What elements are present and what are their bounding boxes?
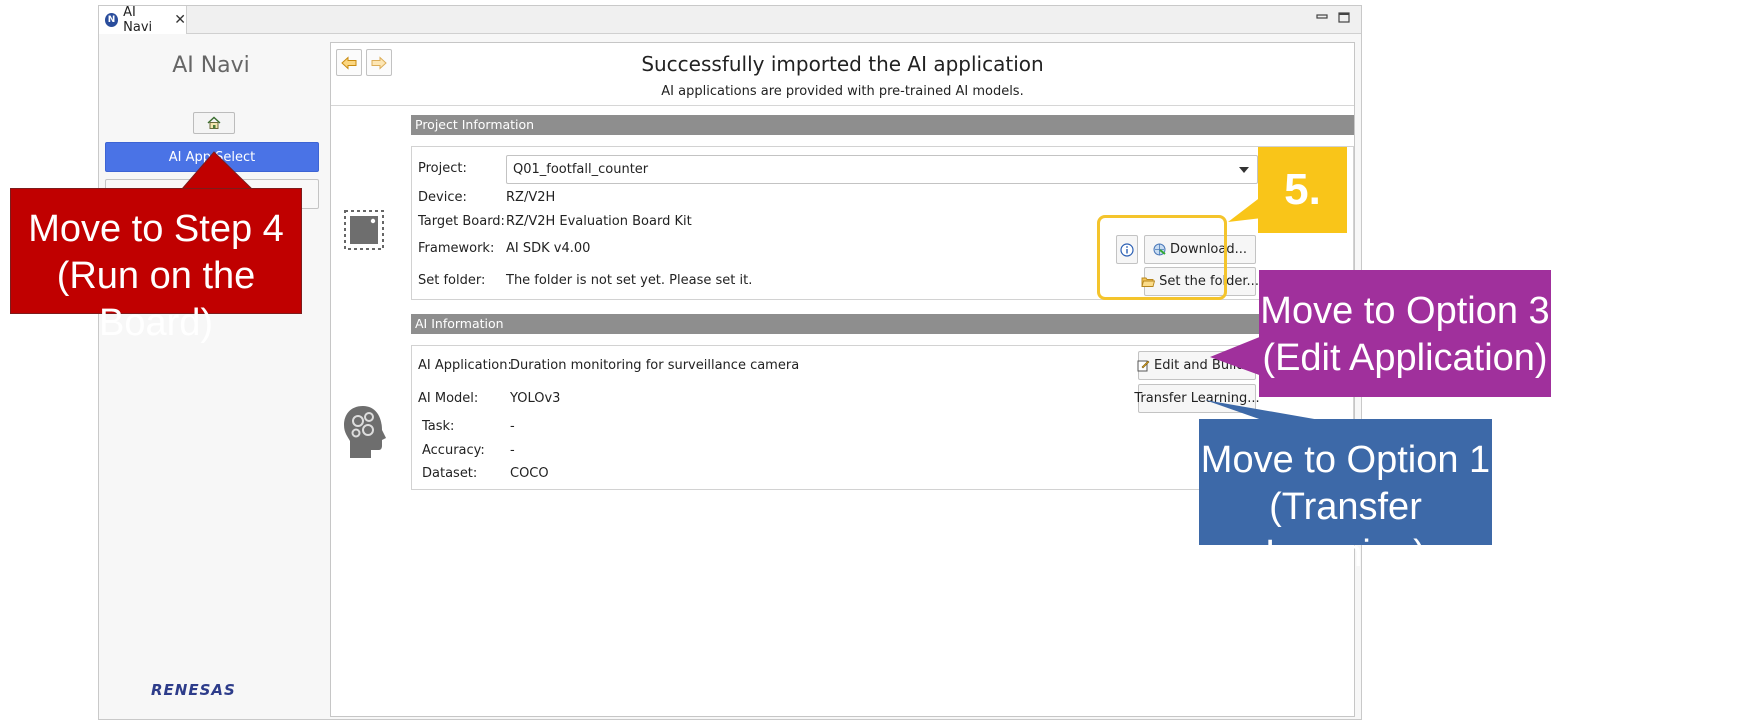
framework-label: Framework: xyxy=(418,241,495,256)
device-value: RZ/V2H xyxy=(506,190,556,205)
page-title: Successfully imported the AI application xyxy=(641,52,1044,76)
ai-information-header: AI Information xyxy=(411,314,1354,334)
maximize-icon[interactable] xyxy=(1337,12,1351,24)
page-header: Successfully imported the AI application… xyxy=(331,43,1354,106)
transfer-learning-button[interactable]: Transfer Learning... xyxy=(1134,384,1260,413)
edit-and-build-button[interactable]: Edit and Build... xyxy=(1137,351,1257,380)
target-board-value: RZ/V2H Evaluation Board Kit xyxy=(506,214,692,229)
tab-label: AI Navi xyxy=(123,5,153,35)
callout-move-to-option-1: Move to Option 1 (Transfer Learning) xyxy=(1199,419,1492,575)
set-folder-value: The folder is not set yet. Please set it… xyxy=(506,273,753,288)
home-icon xyxy=(207,116,221,129)
callout-move-to-option-3: Move to Option 3 (Edit Application) xyxy=(1259,270,1551,397)
download-setfolder-highlight xyxy=(1097,215,1227,300)
callout-step4-line2: (Run on the Board) xyxy=(56,255,256,344)
chevron-down-icon xyxy=(1239,167,1249,173)
callout-move-to-step-4: Move to Step 4 (Run on the Board) xyxy=(10,188,302,344)
ai-application-label: AI Application: xyxy=(418,358,512,373)
callout-option1-line1: Move to Option 1 xyxy=(1200,439,1491,481)
ai-model-value: YOLOv3 xyxy=(510,391,561,406)
callout-step-5: 5. xyxy=(1258,147,1347,233)
ai-brain-head-icon xyxy=(344,406,386,458)
dataset-label: Dataset: xyxy=(422,466,478,481)
accuracy-value: - xyxy=(510,443,515,458)
dataset-value: COCO xyxy=(510,466,549,481)
target-board-label: Target Board: xyxy=(418,214,505,229)
close-icon[interactable]: ✕ xyxy=(174,12,186,28)
callout-option3-line1: Move to Option 3 xyxy=(1260,290,1550,332)
chip-icon xyxy=(344,210,384,250)
device-label: Device: xyxy=(418,190,467,205)
minimize-icon[interactable] xyxy=(1315,12,1329,24)
project-select-value: Q01_footfall_counter xyxy=(513,162,649,177)
main-panel: Successfully imported the AI application… xyxy=(330,42,1355,717)
task-value: - xyxy=(510,419,515,434)
project-label: Project: xyxy=(418,161,467,176)
accuracy-label: Accuracy: xyxy=(422,443,485,458)
home-button[interactable] xyxy=(193,112,235,134)
renesas-logo: RENESAS xyxy=(151,681,236,699)
tab-ai-navi[interactable]: N AI Navi ✕ xyxy=(99,5,187,35)
ai-navi-logo-icon: N xyxy=(105,13,119,27)
framework-value: AI SDK v4.00 xyxy=(506,241,591,256)
page-subtitle: AI applications are provided with pre-tr… xyxy=(661,84,1024,99)
nav-item-ai-app-select[interactable]: AI App Select xyxy=(105,142,319,172)
tab-bar: N AI Navi ✕ xyxy=(99,5,1361,35)
task-label: Task: xyxy=(422,419,455,434)
callout-step4-line1: Move to Step 4 xyxy=(28,208,284,250)
left-navigation: AI Navi AI App Select Run on the Board R… xyxy=(99,35,323,721)
callout-option1-line2: (Transfer Learning) xyxy=(1265,486,1426,575)
edit-and-build-button-label: Edit and Build... xyxy=(1154,358,1257,373)
callout-option3-line2: (Edit Application) xyxy=(1262,337,1548,379)
edit-icon xyxy=(1137,359,1150,372)
ai-application-value: Duration monitoring for surveillance cam… xyxy=(510,358,800,373)
project-information-header: Project Information xyxy=(411,115,1354,135)
ai-navi-window: N AI Navi ✕ AI Navi AI App Select Run on… xyxy=(98,5,1362,720)
set-folder-label: Set folder: xyxy=(418,273,486,288)
ai-model-label: AI Model: xyxy=(418,391,479,406)
project-select[interactable]: Q01_footfall_counter xyxy=(506,155,1258,184)
nav-title: AI Navi xyxy=(172,53,250,78)
